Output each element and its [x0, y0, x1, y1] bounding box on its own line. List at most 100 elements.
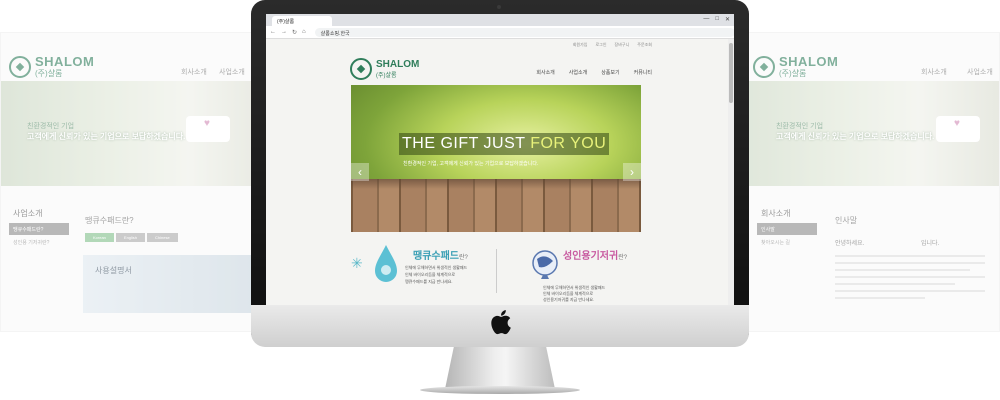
product-intro: ✳ 땡큐수패드란? 인체에 무해하면서 위생적인 생활패드 인체 바이오리듬을 …	[351, 243, 641, 303]
hero-slider: THE GIFT JUST FOR YOU 친환경적인 기업, 고객에게 신뢰가…	[351, 85, 641, 232]
util-link-signup[interactable]: 회원가입	[573, 42, 588, 48]
ghost-right-side-active: 인사말	[757, 223, 817, 235]
nav-products[interactable]: 상품보기	[601, 69, 619, 76]
util-link-login[interactable]: 로그인	[595, 42, 606, 48]
ghost-page-right: SHALOM (주)샬롬 회사소개 사업소개 친환경적인 기업 고객에게 신뢰가…	[730, 32, 1000, 332]
main-nav: 회사소개 사업소개 상품보기 커뮤니티	[536, 69, 652, 76]
scrollbar-thumb[interactable]	[729, 43, 733, 103]
product1-line1: 인체에 무해하면서 위생적인 생활패드	[405, 265, 468, 270]
ghost-right-greeting: 안녕하세요.	[835, 241, 865, 247]
imac-monitor: (주)샬롬 — □ ✕ ← → ↻ ⌂ 샬롬쇼핑.한국 회원가입 로그인 장바구…	[251, 0, 749, 346]
utility-links: 회원가입 로그인 장바구니 주문조회	[573, 42, 652, 48]
ghost-left-side-item: 성인용 기저귀란?	[13, 240, 50, 246]
logo-mark-icon	[350, 58, 372, 80]
product-card-diaper[interactable]: 성인용기저귀란? 인체에 무해하면서 위생적인 생활패드 인체 바이오리듬을 체…	[501, 243, 641, 303]
ghost-left-banner: 친환경적인 기업 고객에게 신뢰가 있는 기업으로 보답하겠습니다.	[1, 81, 269, 186]
ghost-left-lang-tabs: Korean English Chinese	[85, 233, 178, 242]
ghost-left-heading: 땡큐수패드란?	[85, 216, 134, 225]
mockup-stage: SHALOM (주)샬롬 회사소개 사업소개 친환경적인 기업 고객에게 신뢰가…	[0, 0, 1000, 400]
ghost-left-logo-en: SHALOM	[35, 54, 95, 69]
util-link-cart[interactable]: 장바구니	[615, 42, 630, 48]
site-logo[interactable]: SHALOM (주)샬롬	[350, 58, 419, 80]
ghost-right-side-item: 찾아오시는 길	[761, 240, 790, 246]
hero-title-highlight: FOR YOU	[530, 135, 607, 152]
wood-deck	[351, 179, 641, 232]
nav-community[interactable]: 커뮤니티	[634, 69, 652, 76]
ghost-left-photo-caption: 사용설명서	[95, 266, 132, 275]
site-logo-ko: (주)샬롬	[376, 72, 397, 79]
ghost-right-greeting-end: 입니다.	[921, 241, 940, 247]
ghost-right-banner-line1: 친환경적인 기업	[776, 123, 824, 130]
minimize-icon[interactable]: —	[703, 16, 709, 23]
product-divider	[496, 249, 497, 293]
snowflake-icon: ✳	[351, 255, 363, 271]
ghost-right-banner-line2: 고객에게 신뢰가 있는 기업으로 보답하겠습니다.	[776, 132, 935, 141]
nav-business[interactable]: 사업소개	[569, 69, 587, 76]
product2-title-text: 성인용기저귀	[563, 251, 619, 262]
ghost-left-nav-business: 사업소개	[219, 69, 245, 76]
close-icon[interactable]: ✕	[725, 16, 730, 23]
forward-icon[interactable]: →	[281, 29, 287, 35]
maximize-icon[interactable]: □	[715, 16, 719, 23]
site-logo-en: SHALOM	[376, 58, 420, 70]
heart-badge-icon	[936, 116, 980, 142]
back-icon[interactable]: ←	[270, 29, 276, 35]
ghost-right-heading: 인사말	[835, 216, 858, 225]
ghost-right-logo-ko: (주)샬롬	[779, 69, 807, 78]
page-scrollbar[interactable]	[728, 39, 734, 306]
apple-logo-icon	[491, 310, 511, 335]
hero-subtitle: 친환경적인 기업, 고객에게 신뢰가 있는 기업으로 보답하겠습니다.	[403, 161, 539, 167]
website: 회원가입 로그인 장바구니 주문조회 SHALOM (주)샬롬 회사소개 사업소…	[266, 39, 734, 306]
browser-tab[interactable]: (주)샬롬	[272, 16, 332, 26]
window-controls: — □ ✕	[703, 16, 730, 23]
product2-title-suffix: 란?	[618, 255, 628, 261]
product1-line3: 땡큐수패드를 지금 만나세요.	[405, 279, 453, 284]
ghost-right-logo-en: SHALOM	[779, 54, 839, 69]
ghost-left-side-active: 땡큐수패드란?	[9, 223, 69, 235]
monitor-screen: (주)샬롬 — □ ✕ ← → ↻ ⌂ 샬롬쇼핑.한국 회원가입 로그인 장바구…	[266, 14, 734, 306]
nav-company[interactable]: 회사소개	[536, 69, 554, 76]
ghost-left-banner-line2: 고객에게 신뢰가 있는 기업으로 보답하겠습니다.	[27, 132, 186, 141]
reload-icon[interactable]: ↻	[292, 29, 297, 36]
hero-title-main: THE GIFT JUST	[402, 135, 531, 152]
browser-tabbar: (주)샬롬 — □ ✕	[266, 14, 734, 26]
heart-badge-icon	[186, 116, 230, 142]
home-icon[interactable]: ⌂	[302, 29, 306, 35]
monitor-foot	[420, 386, 580, 394]
product1-title: 땡큐수패드란?	[413, 247, 468, 262]
util-link-order[interactable]: 주문조회	[637, 42, 652, 48]
ghost-left-logo: SHALOM (주)샬롬	[9, 55, 94, 79]
slider-prev-icon[interactable]: ‹	[351, 163, 369, 181]
hero-title: THE GIFT JUST FOR YOU	[399, 133, 610, 155]
ghost-right-nav-company: 회사소개	[921, 69, 947, 76]
camera-icon	[497, 5, 501, 9]
ghost-right-paragraph	[835, 255, 985, 331]
ghost-left-logo-ko: (주)샬롬	[35, 69, 63, 78]
ghost-right-nav-business: 사업소개	[967, 69, 993, 76]
ghost-left-side-title: 사업소개	[13, 209, 43, 218]
lang-tab-english: English	[115, 233, 146, 242]
globe-icon	[532, 250, 558, 279]
product1-line2: 인체 바이오리듬을 체계적으로	[405, 272, 456, 277]
slider-next-icon[interactable]: ›	[623, 163, 641, 181]
lang-tab-chinese: Chinese	[147, 233, 178, 242]
product1-title-suffix: 란?	[459, 255, 468, 261]
ghost-left-photo: 사용설명서	[83, 255, 253, 313]
browser-tab-title: (주)샬롬	[277, 19, 295, 25]
ghost-page-left: SHALOM (주)샬롬 회사소개 사업소개 친환경적인 기업 고객에게 신뢰가…	[0, 32, 270, 332]
water-drop-icon	[375, 245, 397, 282]
product2-title: 성인용기저귀란?	[563, 247, 627, 262]
ghost-left-nav-company: 회사소개	[181, 69, 207, 76]
logo-mark-icon	[753, 56, 775, 78]
ghost-left-banner-line1: 친환경적인 기업	[27, 123, 75, 130]
monitor-stand	[445, 347, 555, 389]
address-bar[interactable]: 샬롬쇼핑.한국	[314, 27, 734, 37]
browser-toolbar: ← → ↻ ⌂ 샬롬쇼핑.한국	[266, 26, 734, 39]
product-card-pad[interactable]: ✳ 땡큐수패드란? 인체에 무해하면서 위생적인 생활패드 인체 바이오리듬을 …	[351, 243, 491, 303]
ghost-right-side-title: 회사소개	[761, 209, 791, 218]
product1-title-text: 땡큐수패드	[413, 251, 459, 262]
logo-mark-icon	[9, 56, 31, 78]
ghost-right-logo: SHALOM (주)샬롬	[753, 55, 838, 79]
ghost-right-banner: 친환경적인 기업 고객에게 신뢰가 있는 기업으로 보답하겠습니다.	[731, 81, 999, 186]
product2-line3: 성인용기저귀를 지금 만나세요.	[543, 297, 595, 302]
